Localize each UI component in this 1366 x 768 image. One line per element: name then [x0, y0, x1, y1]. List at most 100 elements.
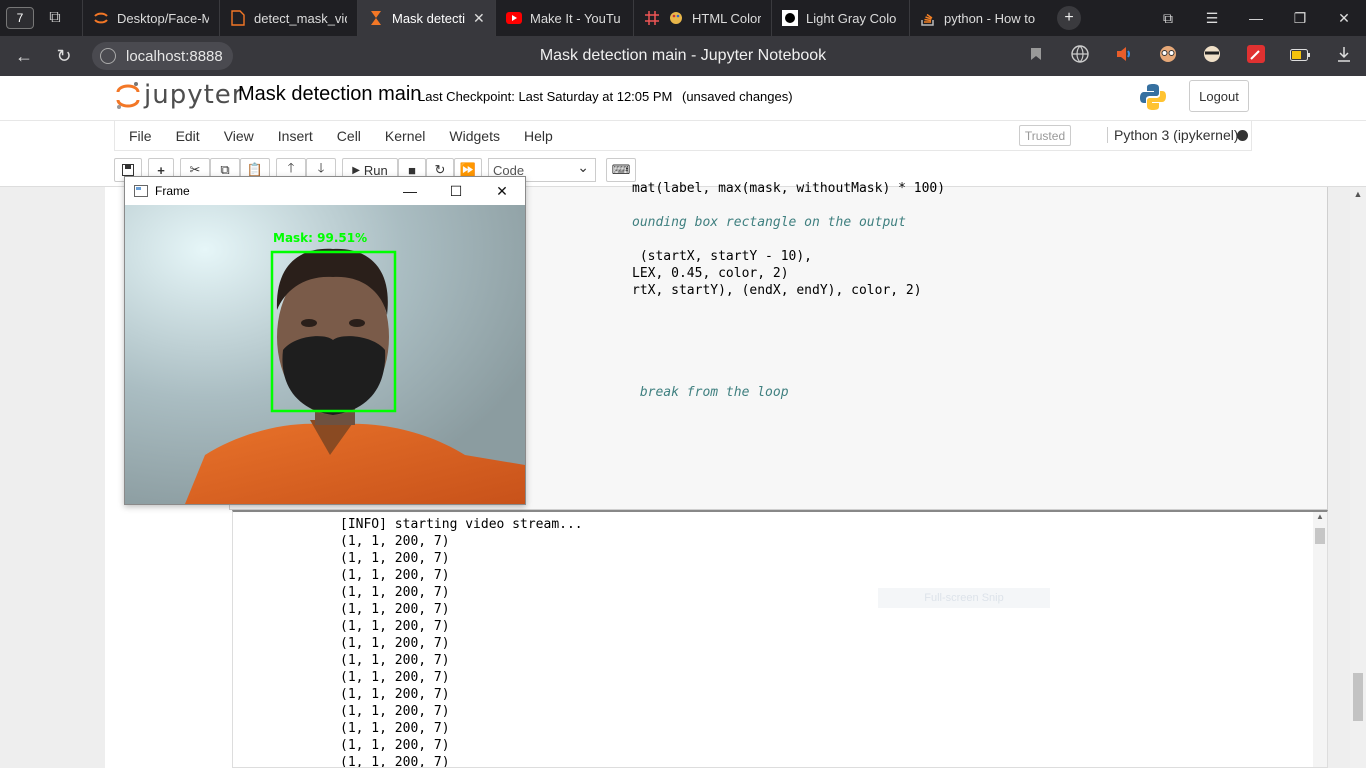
close-tab-icon[interactable]: ✕	[473, 10, 485, 27]
tab-youtube[interactable]: Make It - YouTu	[495, 0, 633, 36]
frame-window-controls: — ☐ ✕	[387, 177, 525, 205]
tab-title: Light Gray Colo	[806, 10, 897, 26]
output-line: (1, 1, 200, 7)	[340, 602, 450, 617]
frame-window[interactable]: Frame — ☐ ✕ Mask: 99.51%	[124, 176, 526, 505]
speaker-icon[interactable]	[1102, 46, 1146, 66]
tab-title: HTML Color	[692, 10, 761, 26]
browser-tab-bar: 7 ⧉ Desktop/Face-M detect_mask_vid Mask …	[0, 0, 1366, 36]
color-picker-icon[interactable]	[1234, 45, 1278, 67]
tab-title: python - How to	[944, 10, 1036, 26]
document-icon	[230, 10, 246, 26]
code-line: (startX, startY - 10),	[632, 249, 813, 264]
menu-cell[interactable]: Cell	[325, 128, 373, 144]
frame-titlebar[interactable]: Frame — ☐ ✕	[125, 177, 525, 205]
page-scrollbar[interactable]: ▲	[1350, 187, 1366, 768]
code-line: rtX, startY), (endX, endY), color, 2)	[632, 283, 922, 298]
new-tab-button[interactable]: +	[1057, 6, 1081, 30]
play-icon: ▶	[352, 164, 360, 176]
close-icon[interactable]: ✕	[1322, 10, 1366, 27]
youtube-icon	[506, 10, 522, 26]
scroll-up-icon[interactable]: ▲	[1350, 189, 1366, 199]
output-line: (1, 1, 200, 7)	[340, 551, 450, 566]
logout-button[interactable]: Logout	[1189, 80, 1249, 112]
stackoverflow-icon	[920, 10, 936, 26]
checkpoint-text: Last Checkpoint: Last Saturday at 12:05 …	[418, 89, 673, 104]
output-line: (1, 1, 200, 7)	[340, 636, 450, 651]
menu-help[interactable]: Help	[512, 128, 565, 144]
url-field[interactable]: localhost:8888	[92, 42, 233, 70]
output-scroll-thumb[interactable]	[1315, 528, 1325, 544]
output-line: [INFO] starting video stream...	[340, 517, 583, 532]
tab-desktop-face[interactable]: Desktop/Face-M	[82, 0, 219, 36]
output-line: (1, 1, 200, 7)	[340, 721, 450, 736]
detection-label: Mask: 99.51%	[273, 231, 367, 245]
tab-light-gray-color[interactable]: Light Gray Colo	[771, 0, 909, 36]
kernel-name[interactable]: Python 3 (ipykernel)	[1107, 127, 1239, 143]
site-info-icon[interactable]	[100, 48, 116, 64]
unsaved-status: (unsaved changes)	[682, 89, 793, 104]
tab-python-how-to[interactable]: python - How to	[909, 0, 1047, 36]
code-line: mat(label, max(mask, withoutMask) * 100)	[632, 181, 946, 196]
snip-hint: Full-screen Snip	[878, 588, 1050, 608]
minimize-icon[interactable]: —	[1234, 10, 1278, 26]
palette-icon	[668, 10, 684, 26]
workspaces-button[interactable]: 7	[6, 7, 34, 29]
tab-detect-mask-video[interactable]: detect_mask_vid	[219, 0, 357, 36]
menu-kernel[interactable]: Kernel	[373, 128, 437, 144]
vpn-globe-icon[interactable]	[1058, 45, 1102, 67]
tab-title: Mask detecti	[392, 10, 465, 26]
menu-view[interactable]: View	[212, 128, 266, 144]
jupyter-spinner-icon	[93, 10, 109, 26]
battery-icon[interactable]	[1278, 48, 1322, 65]
output-line: (1, 1, 200, 7)	[340, 704, 450, 719]
reload-icon[interactable]: ↻	[44, 46, 84, 67]
checkpoint-status: Last Checkpoint: Last Saturday at 12:05 …	[418, 89, 793, 104]
menu-icon[interactable]: ☰	[1190, 10, 1234, 27]
tab-html-color[interactable]: HTML Color	[633, 0, 771, 36]
tab-actions-icon[interactable]: ⧉	[1146, 10, 1190, 27]
tab-title: detect_mask_vid	[254, 10, 347, 26]
menu-insert[interactable]: Insert	[266, 128, 325, 144]
back-icon[interactable]: ←	[4, 46, 44, 67]
tab-title: Make It - YouTu	[530, 10, 621, 26]
new-workspace-icon[interactable]: ⧉	[42, 7, 68, 29]
menu-edit[interactable]: Edit	[164, 128, 212, 144]
minimize-icon[interactable]: —	[387, 177, 433, 205]
jupyter-wordmark: jupyter	[144, 80, 244, 110]
notebook-name[interactable]: Mask detection main	[238, 83, 421, 106]
output-line: (1, 1, 200, 7)	[340, 653, 450, 668]
download-icon[interactable]	[1322, 46, 1366, 66]
jupyter-logo[interactable]: jupyter	[116, 80, 243, 110]
jupyter-header: jupyter Mask detection main Last Checkpo…	[0, 76, 1366, 121]
code-line: ounding box rectangle on the output	[632, 215, 906, 230]
webcam-feed: Mask: 99.51%	[125, 205, 525, 504]
frame-title: Frame	[155, 184, 190, 198]
page-scroll-thumb[interactable]	[1353, 673, 1363, 721]
cell-output[interactable]: [INFO] starting video stream... (1, 1, 20…	[232, 510, 1328, 768]
menu-widgets[interactable]: Widgets	[437, 128, 512, 144]
color-swatch-icon	[782, 10, 798, 26]
hourglass-icon	[368, 10, 384, 26]
keyboard-icon[interactable]: ⌨	[606, 158, 636, 182]
avatar-extension-icon[interactable]	[1146, 45, 1190, 67]
tab-title: Desktop/Face-M	[117, 10, 209, 26]
tab-mask-detection-active[interactable]: Mask detecti ✕	[357, 0, 495, 36]
output-line: (1, 1, 200, 7)	[340, 738, 450, 753]
menu-file[interactable]: File	[115, 128, 164, 144]
jupyter-logo-icon	[116, 80, 140, 110]
address-bar: ← ↻ localhost:8888 Mask detection main -…	[0, 36, 1366, 76]
kernel-busy-indicator	[1237, 130, 1248, 141]
maximize-icon[interactable]: ☐	[433, 177, 479, 205]
mask-extension-icon[interactable]	[1190, 45, 1234, 67]
window-controls: ⧉ ☰ — ❐ ✕	[1146, 0, 1366, 36]
trusted-badge[interactable]: Trusted	[1019, 125, 1071, 146]
jupyter-menubar: File Edit View Insert Cell Kernel Widget…	[0, 121, 1366, 151]
scroll-up-icon[interactable]: ▲	[1313, 512, 1327, 524]
restore-icon[interactable]: ❐	[1278, 10, 1322, 27]
close-icon[interactable]: ✕	[479, 177, 525, 205]
output-scrollbar[interactable]: ▲	[1313, 512, 1327, 767]
output-line: (1, 1, 200, 7)	[340, 670, 450, 685]
url-text: localhost:8888	[126, 47, 223, 65]
bookmark-icon[interactable]	[1014, 47, 1058, 65]
code-line: LEX, 0.45, color, 2)	[632, 266, 789, 281]
